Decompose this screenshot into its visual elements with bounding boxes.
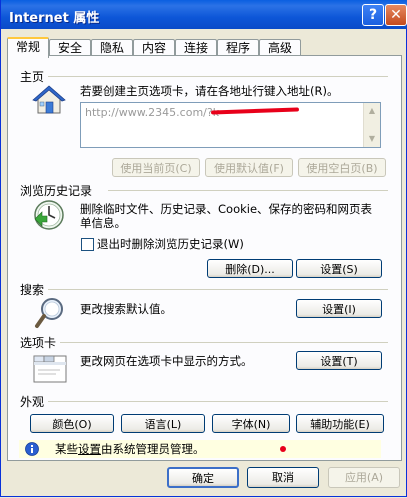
close-icon: ✕: [390, 7, 402, 23]
tab-content[interactable]: 内容: [133, 39, 175, 56]
section-divider: [48, 76, 388, 77]
history-description: 删除临时文件、历史记录、Cookie、保存的密码和网页表单信息。: [80, 202, 373, 230]
tabbed-window-icon: [32, 352, 68, 389]
home-page-url: http://www.2345.com/?k: [85, 106, 220, 119]
window-title: Internet 属性: [9, 11, 100, 26]
appearance-section-title: 外观: [20, 395, 45, 409]
tabs-description: 更改网页在选项卡中显示的方式。: [80, 354, 253, 368]
search-settings-button[interactable]: 设置(I): [296, 299, 382, 318]
red-dot-mark: [280, 446, 286, 452]
section-divider: [108, 190, 388, 191]
delete-on-exit-label[interactable]: 退出时删除浏览历史记录(W): [97, 237, 244, 251]
general-tab-panel: 主页 若要创建主页选项卡，请在各地址行键入地址(R)。 http://www.2…: [7, 55, 402, 461]
delete-on-exit-checkbox[interactable]: [81, 238, 94, 251]
info-icon: [25, 442, 39, 459]
home-instruction: 若要创建主页选项卡，请在各地址行键入地址(R)。: [80, 84, 339, 98]
tab-general[interactable]: 常规: [7, 37, 49, 58]
colors-button[interactable]: 颜色(O): [30, 414, 114, 433]
search-description: 更改搜索默认值。: [80, 302, 172, 316]
use-default-button[interactable]: 使用默认值(F): [205, 158, 293, 177]
help-icon: ?: [368, 7, 378, 23]
use-blank-button[interactable]: 使用空白页(B): [298, 158, 386, 177]
tabs-section-title: 选项卡: [20, 336, 57, 350]
address-box-scrollbar[interactable]: ▲ ▼: [363, 103, 380, 147]
section-divider: [60, 342, 388, 343]
help-button[interactable]: ?: [362, 4, 384, 26]
languages-button[interactable]: 语言(L): [121, 414, 205, 433]
tab-security[interactable]: 安全: [49, 39, 91, 56]
use-current-button[interactable]: 使用当前页(C): [112, 158, 200, 177]
ok-button[interactable]: 确定: [167, 467, 239, 488]
managed-settings-infobar: 某些设置由系统管理员管理。: [19, 440, 381, 458]
tab-programs[interactable]: 程序: [217, 39, 259, 56]
tab-privacy[interactable]: 隐私: [91, 39, 133, 56]
history-section-title: 浏览历史记录: [20, 184, 93, 198]
house-icon: [32, 84, 66, 119]
accessibility-button[interactable]: 辅助功能(E): [296, 414, 384, 433]
info-message: 某些设置由系统管理员管理。: [55, 442, 205, 456]
tabs-settings-button[interactable]: 设置(T): [296, 351, 382, 370]
info-prefix: 某些: [55, 442, 78, 456]
cancel-button[interactable]: 取消: [247, 467, 319, 488]
tab-connections[interactable]: 连接: [175, 39, 217, 56]
apply-button[interactable]: 应用(A): [328, 467, 400, 488]
magnifier-icon: [34, 296, 66, 333]
title-bar[interactable]: Internet 属性 ? ✕: [1, 0, 407, 29]
delete-history-button[interactable]: 删除(D)...: [207, 259, 293, 278]
close-button[interactable]: ✕: [385, 4, 407, 26]
fonts-button[interactable]: 字体(N): [212, 414, 290, 433]
section-divider: [48, 289, 388, 290]
tab-advanced[interactable]: 高级: [259, 39, 301, 56]
scroll-down-icon[interactable]: ▼: [365, 132, 379, 146]
home-section-title: 主页: [20, 70, 45, 84]
history-clock-icon: [32, 198, 66, 235]
scroll-up-icon[interactable]: ▲: [365, 104, 379, 118]
info-suffix: 由系统管理员管理。: [101, 442, 205, 456]
history-settings-button[interactable]: 设置(S): [296, 259, 382, 278]
settings-link[interactable]: 设置: [78, 442, 101, 456]
section-divider: [48, 401, 388, 402]
internet-options-dialog: Internet 属性 ? ✕ 常规 安全 隐私 内容 连接 程序 高级 主页 …: [0, 0, 407, 497]
